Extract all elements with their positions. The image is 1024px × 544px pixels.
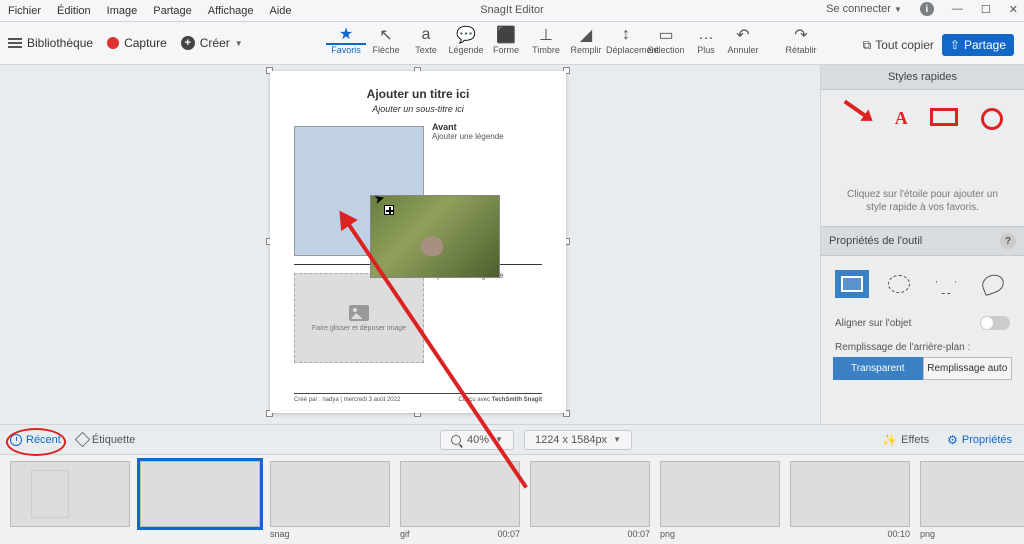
tool-props-header: Propriétés de l'outil	[829, 235, 922, 247]
tray-thumb[interactable]: 00:10	[790, 461, 910, 539]
wand-icon: ✨	[882, 433, 897, 447]
undo-button[interactable]: ↶Annuler	[720, 25, 766, 55]
menu-view[interactable]: Affichage	[208, 5, 254, 17]
tray-thumb[interactable]: png	[660, 461, 780, 539]
hamburger-icon	[8, 38, 22, 48]
align-toggle[interactable]	[980, 316, 1010, 330]
selshape-rect[interactable]	[835, 270, 869, 298]
tool-move[interactable]: ↕Déplacement	[606, 25, 646, 55]
caption-field[interactable]: Ajouter une légende	[432, 271, 504, 363]
upload-icon: ⇧	[950, 38, 960, 52]
status-bar: Récent Étiquette 40%▼ 1224 x 1584px▼ ✨Ef…	[0, 424, 1024, 454]
plus-icon: +	[181, 36, 195, 50]
annotation-circle	[6, 428, 66, 456]
tray-thumb[interactable]	[140, 461, 260, 529]
doc-subtitle[interactable]: Ajouter un sous-titre ici	[294, 104, 542, 114]
fill-icon: ◢	[566, 25, 606, 45]
copy-all-button[interactable]: ⧉Tout copier	[863, 38, 934, 53]
copy-icon: ⧉	[863, 38, 872, 53]
info-icon[interactable]: i	[920, 2, 934, 16]
quick-styles-header: Styles rapides	[821, 65, 1024, 90]
quick-styles-hint: Cliquez sur l'étoile pour ajouter un sty…	[821, 188, 1024, 214]
selection-icon: ▭	[646, 25, 686, 45]
redo-icon: ↷	[778, 25, 824, 45]
tray-thumb[interactable]: gif00:07	[400, 461, 520, 539]
selshape-polygon[interactable]	[929, 270, 963, 298]
style-rect[interactable]	[930, 108, 958, 126]
stamp-icon: ⊥	[526, 25, 566, 45]
quick-styles-row: A	[821, 90, 1024, 148]
tool-stamp[interactable]: ⊥Timbre	[526, 25, 566, 55]
shape-icon: ⬛	[486, 25, 526, 45]
tool-text[interactable]: aTexte	[406, 25, 446, 55]
tab-tag[interactable]: Étiquette	[77, 434, 135, 446]
tool-callout[interactable]: 💬Légende	[446, 25, 486, 55]
effects-link[interactable]: ✨Effets	[882, 433, 929, 447]
image-drop-slot[interactable]: Faire glisser et déposer image	[294, 273, 424, 363]
bg-fill-label: Remplissage de l'arrière-plan :	[821, 334, 1024, 357]
text-icon: a	[406, 25, 446, 45]
align-label: Aligner sur l'objet	[835, 318, 911, 329]
arrow-icon: ↖	[366, 25, 406, 45]
maximize-button[interactable]: ☐	[981, 3, 991, 16]
signin-link[interactable]: Se connecter ▼	[826, 3, 902, 15]
tool-selection[interactable]: ▭Sélection	[646, 25, 686, 55]
tool-fill[interactable]: ◢Remplir	[566, 25, 606, 55]
search-icon	[451, 435, 461, 445]
menu-help[interactable]: Aide	[269, 5, 291, 17]
share-button[interactable]: ⇧Partage	[942, 34, 1014, 56]
selshape-lasso[interactable]	[976, 270, 1010, 298]
tool-favorites[interactable]: ★Favoris	[326, 25, 366, 55]
menu-share[interactable]: Partage	[153, 5, 192, 17]
image-placeholder-icon	[349, 305, 369, 321]
minimize-button[interactable]: —	[952, 3, 963, 15]
tool-strip: ★Favoris ↖Flèche aTexte 💬Légende ⬛Forme …	[326, 25, 726, 55]
redo-button[interactable]: ↷Rétablir	[778, 25, 824, 55]
style-arrow[interactable]	[844, 100, 871, 120]
drop-copy-icon	[384, 205, 394, 215]
star-icon: ★	[326, 25, 366, 45]
style-circle[interactable]	[981, 108, 1003, 130]
undo-icon: ↶	[720, 25, 766, 45]
editor-viewport[interactable]: Ajouter un titre ici Ajouter un sous-tit…	[0, 65, 820, 424]
properties-link[interactable]: ⚙Propriétés	[947, 433, 1012, 447]
capture-button[interactable]: Capture	[107, 36, 167, 50]
dimensions-display[interactable]: 1224 x 1584px▼	[524, 430, 632, 450]
bg-fill-segmented[interactable]: Transparent Remplissage auto	[833, 357, 1012, 380]
tray-thumb[interactable]: 00:07	[530, 461, 650, 539]
tray-thumb[interactable]: png	[920, 461, 1024, 539]
gear-icon: ⚙	[947, 433, 958, 447]
tray-thumb[interactable]	[10, 461, 130, 529]
doc-title[interactable]: Ajouter un titre ici	[294, 87, 542, 101]
record-icon	[107, 37, 119, 49]
callout-icon: 💬	[446, 25, 486, 45]
right-panel: Styles rapides A Cliquez sur l'étoile po…	[820, 65, 1024, 424]
zoom-control[interactable]: 40%▼	[440, 430, 514, 450]
tool-arrow[interactable]: ↖Flèche	[366, 25, 406, 55]
close-button[interactable]: ✕	[1009, 3, 1018, 16]
tag-icon	[75, 432, 91, 448]
style-text[interactable]: A	[895, 108, 908, 130]
library-button[interactable]: Bibliothèque	[8, 36, 93, 50]
seg-transparent[interactable]: Transparent	[833, 357, 923, 380]
menu-image[interactable]: Image	[107, 5, 138, 17]
help-icon[interactable]: ?	[1000, 233, 1016, 249]
caption-field[interactable]: Ajouter une légende	[432, 132, 504, 141]
selshape-ellipse[interactable]	[882, 270, 916, 298]
section-label[interactable]: Avant	[432, 122, 504, 132]
move-icon: ↕	[606, 25, 646, 45]
tool-shape[interactable]: ⬛Forme	[486, 25, 526, 55]
menu-edit[interactable]: Édition	[57, 5, 91, 17]
create-button[interactable]: +Créer▼	[181, 36, 243, 50]
menu-file[interactable]: Fichier	[8, 5, 41, 17]
doc-footer: Créé par : nadya | mercredi 3 août 2022 …	[294, 393, 542, 403]
tray-thumb[interactable]: snag	[270, 461, 390, 539]
seg-autofill[interactable]: Remplissage auto	[923, 357, 1013, 380]
